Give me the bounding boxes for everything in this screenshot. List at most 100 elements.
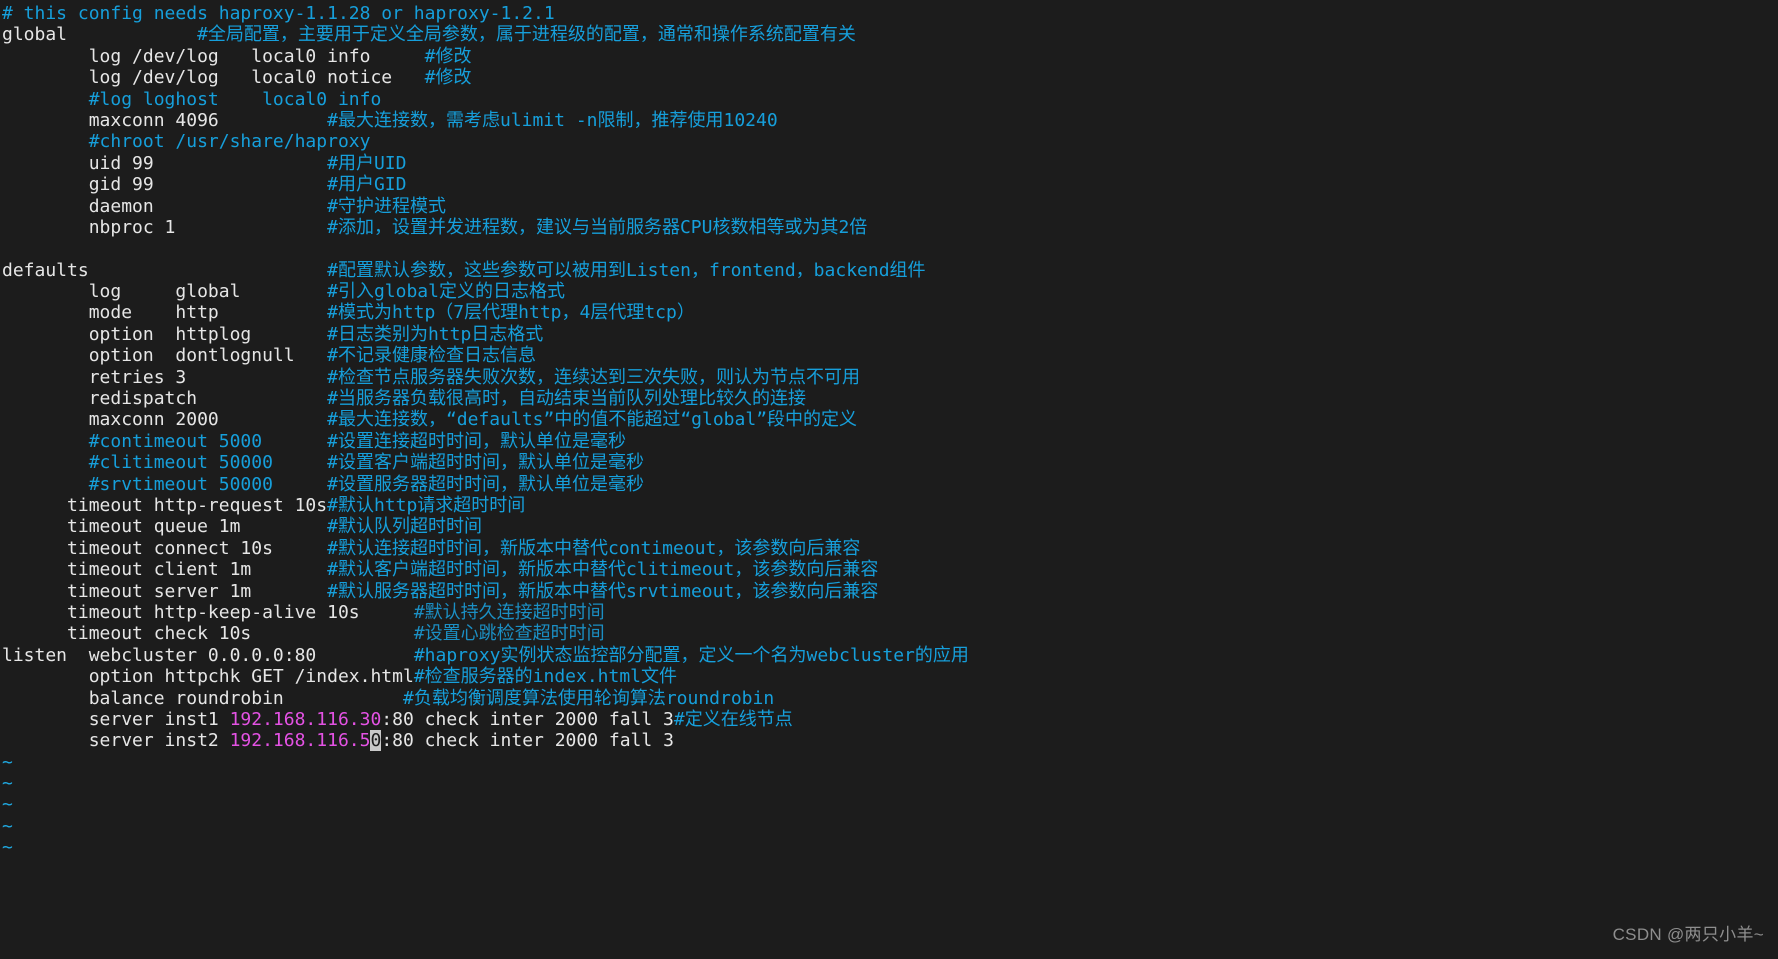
code-line[interactable]: gid 99 #用户GID <box>2 174 1778 195</box>
code-line[interactable]: #srvtimeout 50000 #设置服务器超时时间，默认单位是毫秒 <box>2 474 1778 495</box>
code-text: log /dev/log local0 info <box>2 45 371 67</box>
inline-comment: #不记录健康检查日志信息 <box>327 345 536 367</box>
code-line[interactable]: #chroot /usr/share/haproxy <box>2 131 1778 152</box>
code-line[interactable]: timeout http-keep-alive 10s #默认持久连接超时时间 <box>2 602 1778 623</box>
code-text: option httpchk GET /index.html <box>2 666 414 688</box>
inline-comment: #守护进程模式 <box>327 195 446 217</box>
code-text: #clitimeout 50000 <box>2 452 273 474</box>
code-text: daemon <box>2 195 154 217</box>
inline-comment: # this config needs haproxy-1.1.28 or ha… <box>2 3 555 24</box>
code-text: #log loghost local0 info <box>2 88 382 110</box>
code-line[interactable]: timeout connect 10s #默认连接超时时间，新版本中替代cont… <box>2 538 1778 559</box>
tilde-icon: ~ <box>2 815 13 837</box>
code-line[interactable] <box>2 238 1778 259</box>
code-text: gid 99 <box>2 174 154 196</box>
inline-comment: #设置服务器超时时间，默认单位是毫秒 <box>327 473 644 495</box>
code-line[interactable]: uid 99 #用户UID <box>2 153 1778 174</box>
code-line[interactable]: option httplog #日志类别为http日志格式 <box>2 324 1778 345</box>
code-text: option dontlognull <box>2 345 295 367</box>
inline-comment: #引入global定义的日志格式 <box>327 281 565 303</box>
code-line[interactable]: option httpchk GET /index.html#检查服务器的ind… <box>2 666 1778 687</box>
tilde-line: ~ <box>2 794 1778 815</box>
terminal-window: # this config needs haproxy-1.1.28 or ha… <box>0 0 1778 959</box>
code-line[interactable]: log /dev/log local0 notice #修改 <box>2 67 1778 88</box>
code-line[interactable]: timeout client 1m #默认客户端超时时间，新版本中替代cliti… <box>2 559 1778 580</box>
code-line[interactable]: option dontlognull #不记录健康检查日志信息 <box>2 345 1778 366</box>
inline-comment: #默认服务器超时时间，新版本中替代srvtimeout，该参数向后兼容 <box>327 580 879 602</box>
code-line[interactable]: redispatch #当服务器负载很高时，自动结束当前队列处理比较久的连接 <box>2 388 1778 409</box>
inline-comment: #默认持久连接超时时间 <box>413 601 605 623</box>
code-text: log global <box>2 281 241 303</box>
code-line[interactable]: daemon #守护进程模式 <box>2 196 1778 217</box>
ip-address: 192.168.116.5 <box>229 730 371 752</box>
inline-comment: #设置客户端超时时间，默认单位是毫秒 <box>327 452 644 474</box>
code-line[interactable]: timeout queue 1m #默认队列超时时间 <box>2 516 1778 537</box>
inline-comment: #默认队列超时时间 <box>327 516 482 538</box>
inline-comment: #用户GID <box>327 174 407 196</box>
inline-comment: #默认http请求超时时间 <box>327 494 526 516</box>
code-text: timeout http-keep-alive 10s <box>2 601 360 623</box>
inline-comment: #修改 <box>424 67 472 89</box>
code-line[interactable]: # this config needs haproxy-1.1.28 or ha… <box>2 3 1778 24</box>
code-line[interactable]: server inst2 192.168.116.50:80 check int… <box>2 730 1778 752</box>
code-text: option httplog <box>2 323 252 345</box>
tilde-line: ~ <box>2 752 1778 773</box>
code-line[interactable]: #contimeout 5000 #设置连接超时时间，默认单位是毫秒 <box>2 431 1778 452</box>
tilde-icon: ~ <box>2 751 13 773</box>
inline-comment: #配置默认参数，这些参数可以被用到Listen，frontend，backend… <box>327 259 926 281</box>
inline-comment: #设置连接超时时间，默认单位是毫秒 <box>327 430 626 452</box>
code-text: global <box>2 24 68 46</box>
code-line[interactable]: listen webcluster 0.0.0.0:80 #haproxy实例状… <box>2 645 1778 666</box>
code-text: balance roundrobin <box>2 687 284 709</box>
code-line[interactable]: timeout server 1m #默认服务器超时时间，新版本中替代srvti… <box>2 581 1778 602</box>
code-text: retries 3 <box>2 366 187 388</box>
code-line[interactable]: mode http #模式为http（7层代理http，4层代理tcp） <box>2 302 1778 323</box>
code-line[interactable]: server inst1 192.168.116.30:80 check int… <box>2 709 1778 730</box>
code-line[interactable]: retries 3 #检查节点服务器失败次数，连续达到三次失败，则认为节点不可用 <box>2 367 1778 388</box>
code-text: server inst2 <box>2 730 230 752</box>
code-line[interactable]: #log loghost local0 info <box>2 89 1778 110</box>
inline-comment: #日志类别为http日志格式 <box>327 323 544 345</box>
code-line[interactable]: maxconn 4096 #最大连接数，需考虑ulimit -n限制，推荐使用1… <box>2 110 1778 131</box>
code-line[interactable]: global #全局配置，主要用于定义全局参数，属于进程级的配置，通常和操作系统… <box>2 24 1778 45</box>
code-line[interactable]: nbproc 1 #添加，设置并发进程数，建议与当前服务器CPU核数相等或为其2… <box>2 217 1778 238</box>
code-line[interactable]: log /dev/log local0 info #修改 <box>2 46 1778 67</box>
inline-comment: #默认客户端超时时间，新版本中替代clitimeout，该参数向后兼容 <box>327 559 879 581</box>
inline-comment: #haproxy实例状态监控部分配置，定义一个名为webcluster的应用 <box>413 644 969 666</box>
vim-text-buffer[interactable]: # this config needs haproxy-1.1.28 or ha… <box>2 3 1778 752</box>
code-line[interactable]: #clitimeout 50000 #设置客户端超时时间，默认单位是毫秒 <box>2 452 1778 473</box>
code-text: :80 check inter 2000 fall 3 <box>381 708 674 730</box>
code-line[interactable]: log global #引入global定义的日志格式 <box>2 281 1778 302</box>
code-line[interactable]: timeout check 10s #设置心跳检查超时时间 <box>2 623 1778 644</box>
code-text: mode http <box>2 302 219 324</box>
code-line[interactable]: balance roundrobin #负载均衡调度算法使用轮询算法roundr… <box>2 688 1778 709</box>
code-text: timeout http-request 10s <box>2 494 328 516</box>
inline-comment: #全局配置，主要用于定义全局参数，属于进程级的配置，通常和操作系统配置有关 <box>197 24 856 46</box>
code-line[interactable]: timeout http-request 10s#默认http请求超时时间 <box>2 495 1778 516</box>
tilde-icon: ~ <box>2 773 13 795</box>
inline-comment: #添加，设置并发进程数，建议与当前服务器CPU核数相等或为其2倍 <box>327 216 868 238</box>
inline-comment: #定义在线节点 <box>673 708 793 730</box>
code-text: redispatch <box>2 388 198 410</box>
tilde-line: ~ <box>2 773 1778 794</box>
inline-comment: #默认连接超时时间，新版本中替代contimeout，该参数向后兼容 <box>327 537 861 559</box>
vim-empty-line-markers: ~ ~ ~ ~ ~ <box>2 752 1778 859</box>
code-line[interactable]: defaults #配置默认参数，这些参数可以被用到Listen，fronten… <box>2 260 1778 281</box>
code-line[interactable]: maxconn 2000 #最大连接数，“defaults”中的值不能超过“gl… <box>2 409 1778 430</box>
